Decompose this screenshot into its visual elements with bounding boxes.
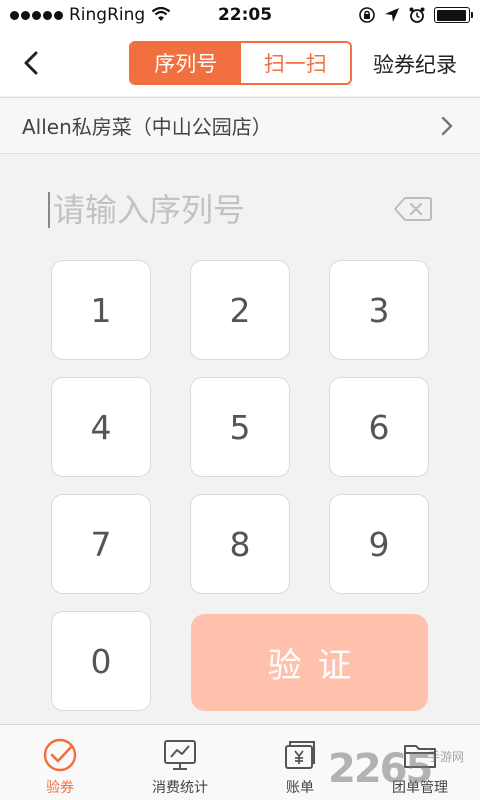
key-0[interactable]: 0 xyxy=(51,611,151,711)
store-selector[interactable]: Allen私房菜（中山公园店） xyxy=(0,97,480,154)
nav-bar: 序列号 扫一扫 验券纪录 xyxy=(0,30,480,96)
chevron-left-icon xyxy=(24,51,38,75)
bottom-tab-bar: 验券 消费统计 账单 团单管理 xyxy=(0,724,480,800)
tab-label: 账单 xyxy=(286,780,314,796)
key-3[interactable]: 3 xyxy=(329,260,429,360)
backspace-icon[interactable] xyxy=(393,194,433,224)
tab-scan[interactable]: 扫一扫 xyxy=(240,43,350,83)
bill-icon xyxy=(285,741,315,769)
mode-segmented-control: 序列号 扫一扫 xyxy=(129,41,352,85)
key-2[interactable]: 2 xyxy=(190,260,290,360)
tab-verify[interactable]: 验券 xyxy=(0,725,120,800)
verify-button[interactable]: 验证 xyxy=(191,614,428,711)
key-7[interactable]: 7 xyxy=(51,494,151,594)
battery-fill xyxy=(436,9,466,21)
status-time: 22:05 xyxy=(217,5,273,25)
back-button[interactable] xyxy=(14,46,48,80)
key-1[interactable]: 1 xyxy=(51,260,151,360)
key-4[interactable]: 4 xyxy=(51,377,151,477)
text-caret xyxy=(48,192,50,228)
location-icon xyxy=(385,8,399,22)
alarm-icon xyxy=(409,7,425,23)
wifi-icon xyxy=(152,7,171,21)
key-9[interactable]: 9 xyxy=(329,494,429,594)
verify-history-button[interactable]: 验券纪录 xyxy=(373,49,457,79)
carrier-name: RingRing xyxy=(69,5,146,25)
key-5[interactable]: 5 xyxy=(190,377,290,477)
tab-consumption-stats[interactable]: 消费统计 xyxy=(120,725,240,800)
tab-group-order-management[interactable]: 团单管理 xyxy=(360,725,480,800)
tab-serial-number[interactable]: 序列号 xyxy=(131,43,241,83)
chevron-right-icon xyxy=(441,116,453,136)
store-name: Allen私房菜（中山公园店） xyxy=(22,115,272,139)
status-bar: RingRing 22:05 xyxy=(0,0,480,30)
key-6[interactable]: 6 xyxy=(329,377,429,477)
serial-input-row xyxy=(48,182,438,238)
status-right xyxy=(320,6,473,24)
check-circle-icon xyxy=(43,738,77,772)
tab-label: 验券 xyxy=(46,780,74,796)
battery-icon xyxy=(434,7,473,23)
tab-bills[interactable]: 账单 xyxy=(240,725,360,800)
signal-strength-icon xyxy=(10,10,63,20)
folder-icon xyxy=(404,745,436,768)
tab-label: 团单管理 xyxy=(392,780,448,796)
rotation-lock-icon xyxy=(359,7,375,23)
serial-number-input[interactable] xyxy=(53,191,373,229)
tab-label: 消费统计 xyxy=(152,780,208,796)
key-8[interactable]: 8 xyxy=(190,494,290,594)
status-left: RingRing xyxy=(10,5,180,25)
chart-icon xyxy=(164,740,196,770)
